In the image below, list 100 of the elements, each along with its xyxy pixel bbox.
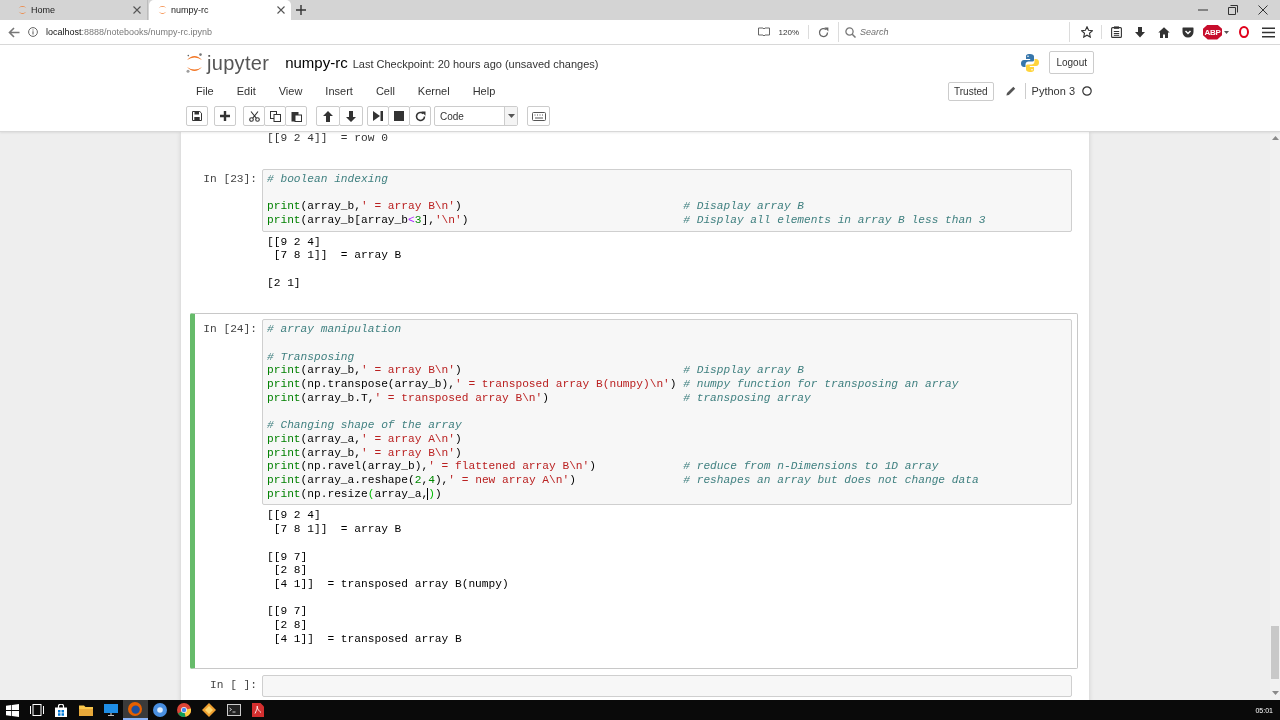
taskbar-button[interactable] — [122, 700, 148, 720]
tab-favicon-icon — [158, 5, 167, 15]
output-line: [[9 7] — [267, 605, 308, 618]
menu-item[interactable]: Kernel — [417, 85, 450, 97]
menu-item[interactable]: Cell — [375, 85, 395, 97]
stop-icon — [394, 111, 404, 121]
info-icon[interactable] — [28, 27, 38, 37]
download-icon[interactable] — [1135, 26, 1145, 38]
code-line: print(np.ravel(array_b),' = flattened array B\n') — [267, 460, 596, 474]
task-view-icon — [29, 704, 44, 716]
scrollbar-thumb[interactable] — [1271, 626, 1279, 679]
paste-button[interactable] — [285, 106, 307, 126]
floppy-disk-icon — [192, 111, 202, 121]
scissors-icon — [248, 110, 260, 122]
browser-tab[interactable]: Home — [0, 0, 148, 20]
clipboard-icon[interactable] — [1110, 26, 1122, 38]
move-down-button[interactable] — [339, 106, 363, 126]
terminal-icon — [226, 704, 241, 716]
code-line: print(array_b,' = array B\n') — [267, 200, 462, 214]
ring-logo-icon — [177, 703, 192, 717]
run-button[interactable] — [367, 106, 389, 126]
stop-button[interactable] — [388, 106, 410, 126]
keyboard-icon — [531, 111, 546, 121]
code-comment: # Dispplay array B — [683, 364, 805, 379]
output-line: [7 8 1]] = array B — [272, 523, 402, 536]
cell-type-select[interactable]: Code — [434, 106, 518, 126]
code-comment: # Display all elements in array B less than 3 — [683, 213, 986, 228]
close-icon[interactable] — [133, 6, 141, 14]
star-icon[interactable] — [1081, 26, 1093, 38]
output-line: [2 8] — [272, 564, 308, 577]
trusted-button[interactable]: Trusted — [948, 81, 994, 101]
search-field[interactable]: Search — [860, 23, 1069, 41]
menu-icon[interactable] — [1261, 26, 1275, 38]
output-line: [4 1]] = transposed array B(numpy) — [272, 577, 509, 590]
menu-item[interactable]: Edit — [236, 85, 256, 97]
browser-tab[interactable]: numpy-rc — [149, 0, 291, 20]
paste-icon — [290, 110, 302, 122]
back-arrow-icon[interactable] — [8, 26, 20, 38]
scrollbar[interactable] — [1270, 132, 1280, 700]
code-line: print(array_b,' = array B\n') — [267, 364, 462, 379]
scroll-up-icon[interactable] — [1271, 136, 1279, 140]
caret-icon — [1224, 30, 1229, 34]
move-up-button[interactable] — [316, 106, 340, 126]
home-icon[interactable] — [1158, 26, 1170, 38]
document-icon — [252, 703, 265, 717]
code-comment: # reduce from n-Dimensions to 1D array — [683, 460, 939, 474]
code-line: print(array_b.T,' = transposed array B\n') — [267, 391, 549, 406]
output-line: [2 1] — [267, 276, 301, 289]
new-tab-icon[interactable] — [296, 5, 306, 15]
cut-button[interactable] — [243, 106, 265, 126]
close-icon[interactable] — [1258, 5, 1268, 15]
restore-icon[interactable] — [1228, 5, 1238, 15]
output-line: [7 8 1]] = array B — [272, 249, 402, 262]
selected-cell[interactable] — [190, 313, 1078, 670]
output-line: [4 1]] = transposed array B — [272, 632, 462, 645]
cell-prompt: In [24]: — [203, 323, 257, 336]
address-field[interactable]: localhost:8888/notebooks/numpy-rc.ipynb — [28, 22, 758, 42]
code-comment: # boolean indexing — [267, 172, 388, 187]
scroll-down-icon[interactable] — [1271, 691, 1279, 695]
pocket-icon[interactable] — [1182, 26, 1194, 38]
output-line: [2 8] — [272, 619, 308, 631]
zoom-level-button[interactable]: 120% — [778, 27, 799, 37]
copy-button[interactable] — [264, 106, 286, 126]
save-button[interactable] — [186, 106, 208, 126]
arrow-down-icon — [346, 110, 356, 122]
step-forward-icon — [373, 111, 383, 121]
close-icon[interactable] — [277, 6, 285, 14]
code-comment: # Transposing — [267, 350, 355, 365]
menu-item[interactable]: Insert — [325, 85, 353, 97]
logo-text: jupyter — [207, 52, 270, 73]
logo-icon — [186, 52, 203, 73]
folder-icon — [79, 704, 94, 716]
copy-icon — [269, 110, 281, 122]
insert-cell-button[interactable] — [214, 106, 236, 126]
refresh-icon — [414, 110, 426, 122]
logout-button[interactable]: Logout — [1049, 51, 1094, 74]
kernel-name: Python 3 — [1031, 85, 1075, 97]
menu-item[interactable]: Help — [472, 85, 496, 97]
start-icon — [5, 703, 19, 717]
code-line: print(array_b[array_b<3],'\n') — [267, 213, 469, 228]
code-input-area[interactable] — [262, 675, 1072, 698]
output-line: [[9 2 4]] = row 0 — [267, 132, 388, 144]
code-comment: # Changing shape of the array — [267, 419, 462, 433]
pencil-icon[interactable] — [1005, 86, 1016, 96]
output-line: [[9 2 4] — [267, 509, 321, 522]
ring-icon[interactable] — [1239, 26, 1249, 38]
menu-item[interactable]: View — [278, 85, 303, 97]
book-icon[interactable] — [757, 27, 770, 37]
arrow-up-icon — [323, 110, 333, 122]
restart-button[interactable] — [409, 106, 431, 126]
code-input-area[interactable]: # boolean indexing print(array_b,' = array B\n') # Disaplay array B print(array_b[array_b<3],'\n') # Display all elements in array B less than 3 — [262, 168, 1072, 232]
globe-icon — [128, 702, 143, 716]
keyboard-shortcuts-button[interactable] — [527, 106, 550, 126]
notebook-title[interactable]: numpy-rc — [285, 54, 348, 71]
code-line: print(array_b,' = array B\n') — [267, 446, 462, 461]
reload-icon[interactable] — [818, 26, 829, 38]
code-comment: # reshapes an array but does not change data — [683, 474, 979, 488]
code-line: print(array_a,' = array A\n') — [267, 432, 462, 447]
code-input-area[interactable] — [262, 319, 1072, 506]
menu-item[interactable]: File — [196, 85, 214, 97]
